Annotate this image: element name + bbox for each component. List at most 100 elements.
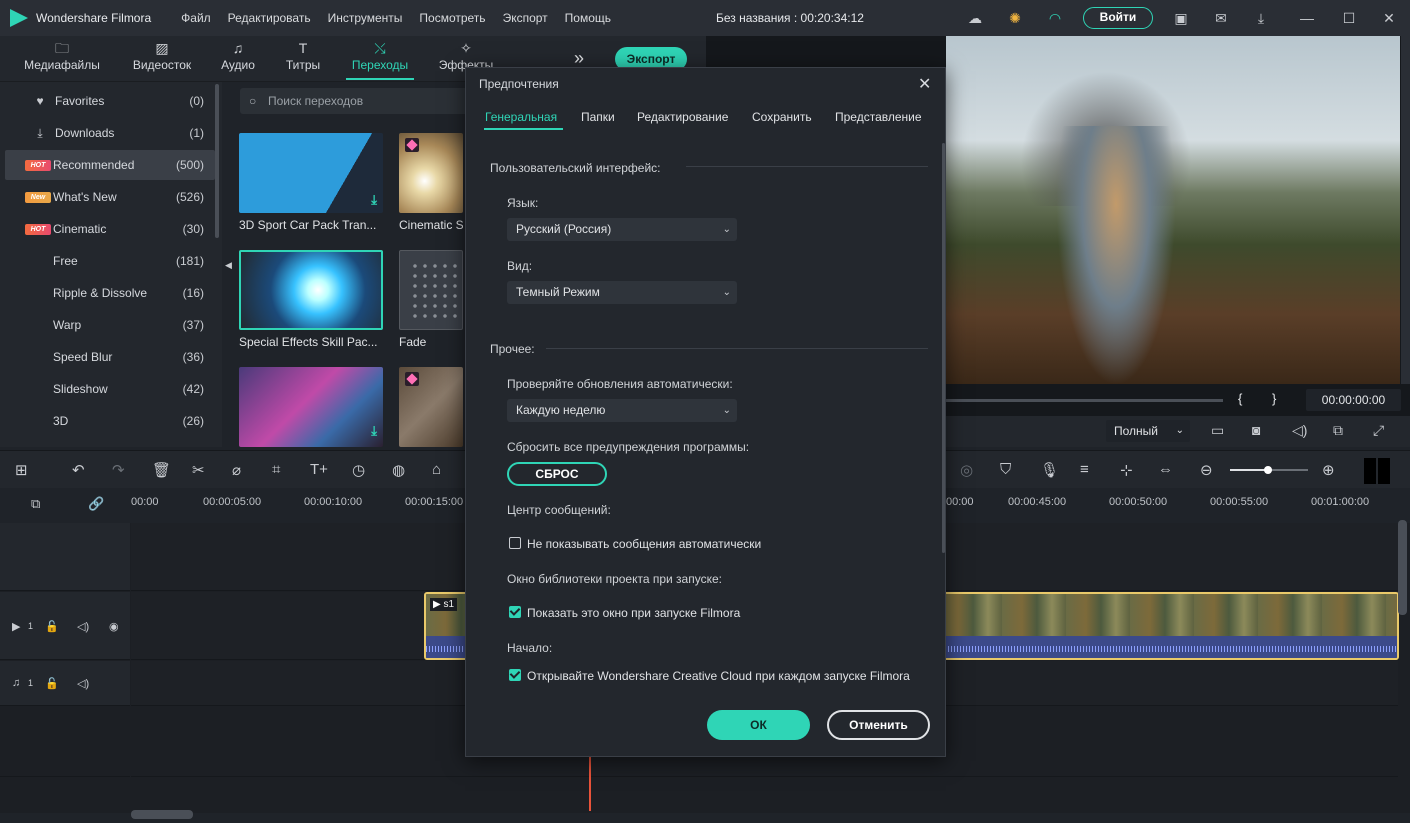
language-select[interactable]: Русский (Россия) ⌄ [507,218,737,241]
sidebar-item-warp[interactable]: Warp (37) [5,310,215,340]
transition-thumbnail[interactable]: ⤓ [239,367,383,447]
minimize-icon[interactable]: — [1298,9,1316,27]
close-icon[interactable]: ✕ [918,74,931,94]
transition-thumbnail[interactable] [399,250,463,330]
tab-save[interactable]: Сохранить [752,110,812,124]
tab-folders[interactable]: Папки [581,110,615,124]
tab-audio[interactable]: ♫ Аудио [215,36,261,82]
marker-icon[interactable]: ⛉ [1000,461,1011,478]
dialog-scrollbar[interactable] [942,143,945,553]
render-icon[interactable]: ◎ [960,461,973,479]
download-icon[interactable]: ⤓ [1252,9,1270,27]
menu-view[interactable]: Посмотреть [419,11,485,25]
transition-thumbnail[interactable] [399,367,463,447]
theme-select[interactable]: Темный Режим ⌄ [507,281,737,304]
delete-icon[interactable]: 🗑 [152,461,171,479]
zoom-in-icon[interactable]: ⊕ [1322,461,1335,479]
transition-thumbnail-selected[interactable] [239,250,383,330]
lightbulb-icon[interactable]: ✺ [1006,9,1024,27]
tab-editing[interactable]: Редактирование [637,110,728,124]
headset-icon[interactable]: ◠ [1046,9,1064,27]
tab-media[interactable]: 🗀 Медиафайлы [20,36,104,82]
update-frequency-select[interactable]: Каждую неделю ⌄ [507,399,737,422]
zoom-slider-handle[interactable] [1264,466,1272,474]
playhead[interactable] [589,756,591,811]
timeline-horizontal-scrollbar[interactable] [131,810,193,819]
hide-messages-checkbox[interactable] [509,537,521,549]
sidebar-item-3d[interactable]: 3D (26) [5,406,215,436]
collapse-sidebar-icon[interactable]: ◀ [225,260,235,274]
microphone-icon[interactable]: 🎙 [1040,461,1059,479]
redo-icon[interactable]: ↷ [112,461,125,479]
sidebar-item-free[interactable]: Free (181) [5,246,215,276]
login-button[interactable]: Войти [1083,7,1153,29]
crop-icon[interactable]: ⌗ [272,461,280,478]
sidebar-item-slideshow[interactable]: Slideshow (42) [5,374,215,404]
cloud-icon[interactable]: ☁ [966,9,984,27]
split-icon[interactable]: ⊹ [1120,461,1133,479]
mail-icon[interactable]: ✉ [1212,9,1230,27]
tag-icon[interactable]: ⌀ [232,461,241,479]
layout-icon[interactable]: ⊞ [15,461,28,479]
timeline-vertical-scrollbar[interactable] [1398,520,1407,615]
volume-icon[interactable]: ◁) [77,677,89,690]
fullscreen-icon[interactable]: ⤢ [1373,422,1384,439]
lock-icon[interactable]: 🔓 [45,677,59,690]
mark-out-button[interactable]: } [1272,391,1276,406]
eye-icon[interactable]: ◉ [109,620,119,633]
menu-export[interactable]: Экспорт [503,11,548,25]
search-input[interactable]: ○ Поиск переходов [240,88,470,114]
tab-titles[interactable]: T Титры [280,36,326,82]
download-icon[interactable]: ⤓ [371,192,377,208]
volume-icon[interactable]: ◁) [1292,422,1307,439]
sidebar-item-recommended[interactable]: HOT Recommended (500) [5,150,215,180]
zoom-out-icon[interactable]: ⊖ [1200,461,1213,479]
close-icon[interactable]: ✕ [1380,9,1398,27]
tab-general[interactable]: Генеральная [485,110,557,124]
camera-icon[interactable]: ◙ [1252,422,1260,438]
sidebar-item-speed-blur[interactable]: Speed Blur (36) [5,342,215,372]
menu-tools[interactable]: Инструменты [328,11,403,25]
transition-thumbnail[interactable] [399,133,463,213]
preview-progress-bar[interactable] [946,399,1223,402]
cancel-button[interactable]: Отменить [827,710,930,740]
sidebar-item-favorites[interactable]: ♥ Favorites (0) [5,86,215,116]
show-library-checkbox[interactable] [509,606,521,618]
lock-icon[interactable]: 🔓 [45,620,59,633]
link-icon[interactable]: 🔗 [88,496,104,512]
ok-button[interactable]: ОК [707,710,810,740]
zoom-slider[interactable] [1230,466,1308,474]
reset-button[interactable]: СБРОС [507,462,607,486]
sidebar-item-downloads[interactable]: ⤓ Downloads (1) [5,118,215,148]
add-text-icon[interactable]: T+ [310,461,328,478]
stabilize-icon[interactable]: ⌂ [432,461,441,478]
save-icon[interactable]: ▣ [1172,9,1190,27]
volume-icon[interactable]: ◁) [77,620,89,633]
tab-transitions[interactable]: ⤯ Переходы [346,36,414,82]
sidebar-item-whats-new[interactable]: New What's New (526) [5,182,215,212]
sidebar-item-cinematic[interactable]: HOT Cinematic (30) [5,214,215,244]
audio-mix-icon[interactable]: ≡ [1080,461,1089,478]
undo-icon[interactable]: ↶ [72,461,85,479]
color-icon[interactable]: ◍ [392,461,405,479]
maximize-icon[interactable]: ☐ [1340,9,1358,27]
open-creative-cloud-checkbox[interactable] [509,669,521,681]
cut-icon[interactable]: ✂ [192,461,205,479]
download-icon[interactable]: ⤓ [371,423,377,439]
monitor-icon[interactable]: ▭ [1211,422,1224,439]
fit-timeline-icon[interactable]: ⇔ [1158,461,1173,478]
sidebar-item-ripple-dissolve[interactable]: Ripple & Dissolve (16) [5,278,215,308]
add-track-icon[interactable]: ⧉ [31,496,40,512]
sidebar-scrollbar[interactable] [215,84,219,238]
speed-icon[interactable]: ◷ [352,461,365,479]
more-tabs-icon[interactable]: » [574,48,584,69]
tab-view[interactable]: Представление [835,110,922,124]
preview-scrollbar[interactable] [1401,36,1410,384]
tab-stock[interactable]: ▨ Видеосток [124,36,200,82]
menu-file[interactable]: Файл [181,11,211,25]
quality-select[interactable]: Полный ⌄ [1106,420,1190,442]
transition-thumbnail[interactable]: ⤓ [239,133,383,213]
menu-edit[interactable]: Редактировать [228,11,311,25]
pip-icon[interactable]: ⧉ [1333,422,1343,439]
menu-help[interactable]: Помощь [565,11,611,25]
